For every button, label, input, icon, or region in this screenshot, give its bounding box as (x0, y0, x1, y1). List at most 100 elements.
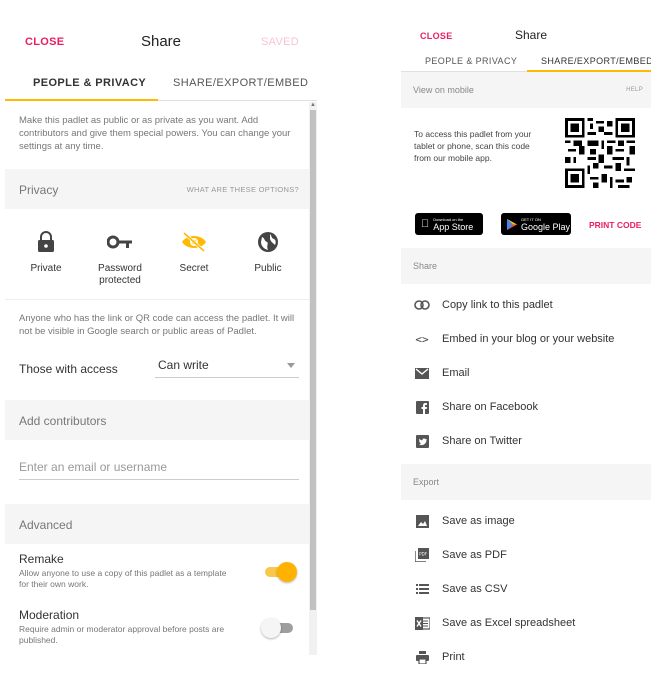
privacy-option-label: Public (254, 263, 282, 274)
scrollbar-thumb[interactable] (310, 110, 316, 610)
dialog-header: CLOSE Share SAVED (5, 20, 317, 65)
qr-code (565, 118, 635, 188)
email-field[interactable] (19, 454, 299, 480)
privacy-option-password[interactable]: Password protected (85, 227, 155, 287)
link-icon (414, 298, 430, 312)
scrollbar[interactable]: ▲ (309, 102, 317, 655)
lock-icon (11, 227, 81, 257)
moderation-setting: Moderation Require admin or moderator ap… (5, 600, 309, 655)
export-label: Export (413, 477, 440, 487)
email-share-button[interactable]: Email (401, 356, 651, 390)
tab-people-privacy[interactable]: PEOPLE & PRIVACY (33, 77, 146, 89)
google-play-badge[interactable]: GET IT ON Google Play (501, 213, 571, 235)
privacy-options-help-link[interactable]: WHAT ARE THESE OPTIONS? (187, 185, 299, 194)
remake-toggle[interactable] (261, 562, 297, 582)
email-icon (414, 366, 430, 380)
app-store-badge[interactable]:  Download on the App Store (415, 213, 483, 235)
privacy-option-label: Password protected (98, 263, 142, 286)
privacy-option-label: Private (30, 263, 62, 274)
advanced-label: Advanced (19, 518, 73, 532)
play-icon (507, 218, 517, 230)
save-pdf-button[interactable]: PDF Save as PDF (401, 538, 651, 572)
excel-icon (414, 616, 430, 630)
share-label: Share (413, 261, 438, 271)
tab-share-export-embed[interactable]: SHARE/EXPORT/EMBED (541, 56, 651, 66)
close-button[interactable]: CLOSE (420, 31, 453, 41)
export-item-label: Save as PDF (442, 549, 507, 561)
image-icon (414, 514, 430, 528)
privacy-option-public[interactable]: Public (233, 227, 303, 287)
share-item-label: Share on Facebook (442, 401, 539, 413)
facebook-share-button[interactable]: Share on Facebook (401, 390, 651, 424)
remake-title: Remake (19, 552, 64, 566)
scroll-up-icon[interactable]: ▲ (310, 102, 316, 108)
dialog-title: Share (515, 28, 548, 42)
privacy-option-label: Secret (179, 263, 209, 274)
twitter-share-button[interactable]: Share on Twitter (401, 424, 651, 458)
key-icon (85, 227, 155, 257)
export-item-label: Save as CSV (442, 583, 508, 595)
code-icon: <> (415, 332, 429, 346)
moderation-title: Moderation (19, 608, 80, 622)
share-dialog-share-export: CLOSE Share PEOPLE & PRIVACY SHARE/EXPOR… (401, 20, 651, 683)
twitter-icon (414, 434, 430, 448)
saved-status: SAVED (261, 36, 299, 48)
mobile-section-header: View on mobile HELP (401, 72, 651, 108)
privacy-option-private[interactable]: Private (11, 227, 81, 287)
share-dialog-people-privacy: CLOSE Share SAVED PEOPLE & PRIVACY SHARE… (5, 20, 317, 655)
tab-bar: PEOPLE & PRIVACY SHARE/EXPORT/EMBED (401, 50, 651, 72)
access-level-select[interactable]: Can write (155, 354, 299, 378)
export-item-label: Save as Excel spreadsheet (442, 617, 576, 629)
access-row: Those with access Can write (5, 346, 309, 392)
share-item-label: Email (442, 367, 470, 379)
help-link[interactable]: HELP (626, 87, 643, 93)
printer-icon (414, 650, 430, 664)
intro-text: Make this padlet as public or as private… (19, 115, 291, 152)
moderation-description: Require admin or moderator approval befo… (19, 624, 225, 645)
privacy-label: Privacy (19, 183, 59, 197)
access-description: Anyone who has the link or QR code can a… (5, 299, 309, 346)
advanced-section-header: Advanced (5, 504, 309, 544)
export-item-label: Print (442, 651, 465, 663)
appstore-label: App Store (425, 221, 473, 232)
tab-bar: PEOPLE & PRIVACY SHARE/EXPORT/EMBED (5, 65, 317, 101)
remake-setting: Remake Allow anyone to use a copy of thi… (5, 544, 309, 600)
toggle-knob (261, 618, 281, 638)
settings-scroll-area[interactable]: Make this padlet as public or as private… (5, 102, 309, 655)
copy-link-button[interactable]: Copy link to this padlet (401, 288, 651, 322)
share-item-label: Embed in your blog or your website (442, 333, 615, 345)
export-item-label: Save as image (442, 515, 515, 527)
privacy-options: Private Password protected Secret Public (5, 209, 309, 299)
email-field-wrap (5, 440, 309, 504)
svg-text:PDF: PDF (419, 552, 427, 557)
tab-people-privacy[interactable]: PEOPLE & PRIVACY (425, 56, 517, 66)
save-image-button[interactable]: Save as image (401, 504, 651, 538)
contributors-label: Add contributors (19, 414, 107, 428)
toggle-knob (277, 562, 297, 582)
export-list: Save as image PDF Save as PDF Save as CS… (401, 500, 651, 674)
globe-icon (233, 227, 303, 257)
access-level-value: Can write (158, 358, 209, 372)
access-label: Those with access (19, 362, 118, 376)
save-excel-button[interactable]: Save as Excel spreadsheet (401, 606, 651, 640)
privacy-section-header: Privacy WHAT ARE THESE OPTIONS? (5, 169, 309, 209)
gplay-label: Google Play (521, 221, 571, 232)
share-section-header: Share (401, 248, 651, 284)
embed-button[interactable]: <> Embed in your blog or your website (401, 322, 651, 356)
share-item-label: Copy link to this padlet (442, 299, 553, 311)
active-tab-indicator (5, 99, 158, 101)
print-code-button[interactable]: PRINT CODE (589, 220, 641, 230)
privacy-option-secret[interactable]: Secret (159, 227, 229, 287)
export-section-header: Export (401, 464, 651, 500)
eye-off-icon (159, 227, 229, 257)
remake-description: Allow anyone to use a copy of this padle… (19, 568, 227, 589)
pdf-icon: PDF (414, 548, 430, 562)
mobile-label: View on mobile (413, 85, 474, 95)
save-csv-button[interactable]: Save as CSV (401, 572, 651, 606)
share-item-label: Share on Twitter (442, 435, 522, 447)
moderation-toggle[interactable] (261, 618, 297, 638)
print-button[interactable]: Print (401, 640, 651, 674)
list-icon (414, 582, 430, 596)
chevron-down-icon (287, 363, 295, 368)
tab-share-export-embed[interactable]: SHARE/EXPORT/EMBED (173, 77, 308, 89)
